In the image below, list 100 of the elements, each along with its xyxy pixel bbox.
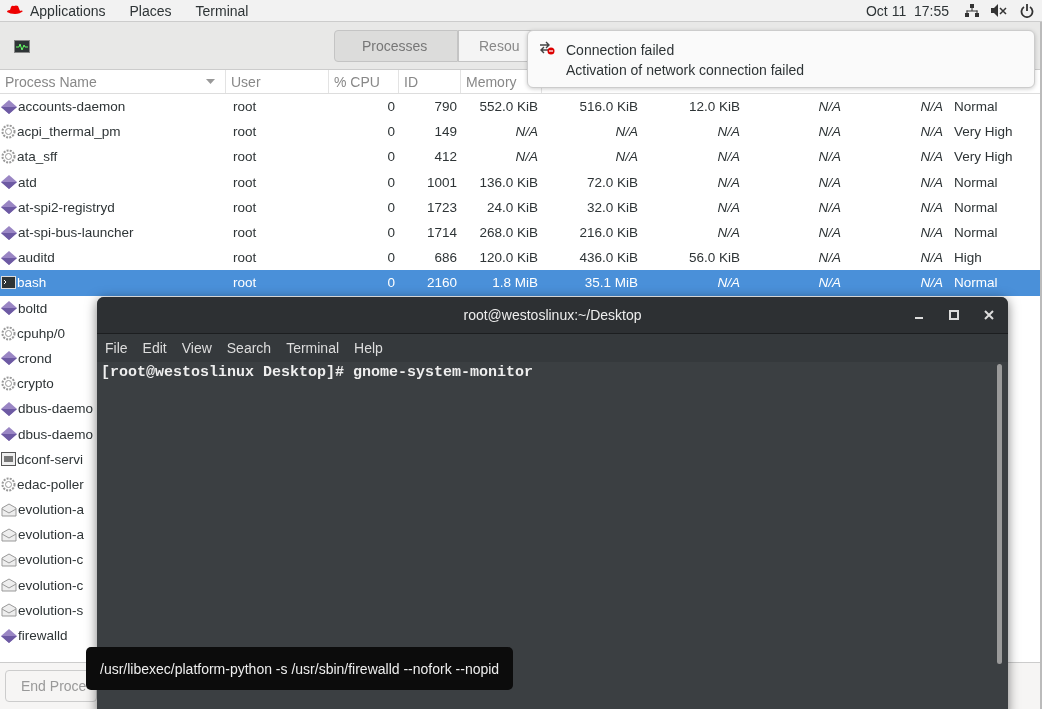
table-cell: Normal: [954, 99, 998, 115]
table-cell: 216.0 KiB: [579, 225, 638, 241]
table-row[interactable]: boltd: [0, 295, 96, 321]
table-cell: N/A: [717, 275, 740, 291]
table-cell: 0: [387, 250, 395, 266]
menu-item[interactable]: File: [105, 340, 128, 356]
table-cell: N/A: [920, 250, 943, 266]
close-icon[interactable]: [984, 310, 994, 320]
column-header[interactable]: % CPU: [329, 70, 399, 93]
process-name: cpuhp/0: [17, 325, 66, 341]
top-bar-menu[interactable]: Places: [129, 2, 172, 19]
notification-card[interactable]: Connection failed Activation of network connection failed: [527, 30, 1035, 88]
table-cell: 0: [387, 124, 395, 140]
table-cell: 1001: [426, 174, 457, 190]
power-icon[interactable]: [1020, 3, 1034, 18]
table-cell: root: [233, 149, 257, 165]
menu-item[interactable]: Terminal: [286, 340, 340, 356]
table-cell: N/A: [818, 124, 841, 140]
table-row[interactable]: at-spi2-registryd root 0 1723 24.0 KiB 32.0 KiB N/A N/A N/A Normal: [0, 194, 1040, 220]
clock[interactable]: Oct 11 17:55: [866, 2, 949, 19]
table-cell: N/A: [818, 250, 841, 266]
sort-arrow-icon: [206, 79, 215, 84]
diamond-icon: [1, 200, 17, 215]
process-name: at-spi2-registryd: [18, 199, 115, 215]
table-cell: N/A: [818, 225, 841, 241]
volume-muted-icon[interactable]: [991, 4, 1008, 17]
top-bar-menu[interactable]: Terminal: [195, 2, 249, 19]
table-row[interactable]: accounts-daemon root 0 790 552.0 KiB 516.0 KiB 12.0 KiB N/A N/A Normal: [0, 94, 1040, 120]
maximize-icon[interactable]: [949, 310, 959, 320]
gear-icon: [1, 376, 16, 392]
table-row[interactable]: evolution-a: [0, 497, 96, 523]
process-name: evolution-c: [18, 577, 84, 593]
table-cell: root: [233, 99, 257, 115]
table-row[interactable]: atd root 0 1001 136.0 KiB 72.0 KiB N/A N/A N/A Normal: [0, 169, 1040, 195]
command-line: [root@westoslinux Desktop]# gnome-system-monitor: [101, 364, 534, 381]
diamond-icon: [1, 628, 17, 643]
table-cell: N/A: [515, 149, 538, 165]
table-cell: 32.0 KiB: [586, 199, 638, 215]
monitor-icon: [14, 40, 30, 53]
column-header[interactable]: User: [226, 70, 329, 93]
gear-icon: [1, 149, 16, 165]
table-row[interactable]: crond: [0, 345, 96, 372]
menu-item[interactable]: Edit: [142, 340, 167, 356]
process-name: at-spi-bus-launcher: [18, 225, 134, 241]
table-cell: root: [233, 199, 257, 215]
table-row[interactable]: auditd root 0 686 120.0 KiB 436.0 KiB 56.0 KiB N/A N/A High: [0, 245, 1040, 271]
column-header[interactable]: ID: [399, 70, 461, 93]
network-icon[interactable]: [965, 4, 979, 17]
table-cell: 1714: [426, 225, 457, 241]
table-cell: N/A: [920, 225, 943, 241]
diamond-icon: [1, 351, 17, 366]
process-name: accounts-daemon: [18, 99, 126, 115]
process-name: crond: [18, 350, 52, 366]
table-cell: 0: [387, 275, 395, 291]
table-cell: High: [954, 250, 982, 266]
table-row[interactable]: cpuhp/0: [0, 320, 96, 346]
table-row[interactable]: crypto: [0, 371, 96, 397]
process-name: atd: [18, 174, 37, 190]
top-bar-menu[interactable]: Applications: [30, 2, 106, 19]
table-cell: N/A: [920, 275, 943, 291]
menu-item[interactable]: View: [181, 340, 212, 356]
table-row[interactable]: evolution-s: [0, 597, 96, 623]
table-cell: 686: [434, 250, 457, 266]
table-row[interactable]: dbus-daemo: [0, 396, 96, 422]
table-row[interactable]: dconf-servi: [0, 446, 96, 472]
process-name: evolution-c: [18, 552, 84, 568]
scrollbar[interactable]: [997, 364, 1002, 664]
table-cell: root: [233, 250, 257, 266]
table-row[interactable]: dbus-daemo: [0, 421, 96, 447]
table-row[interactable]: firewalld: [0, 622, 96, 649]
table-cell: root: [233, 275, 257, 291]
table-row[interactable]: edac-poller: [0, 471, 96, 497]
table-cell: 0: [387, 174, 395, 190]
table-cell: Normal: [954, 275, 998, 291]
table-row[interactable]: evolution-c: [0, 547, 96, 573]
process-name: firewalld: [18, 628, 68, 644]
gear-icon: [1, 124, 16, 140]
network-error-icon: [539, 41, 555, 55]
table-row[interactable]: evolution-a: [0, 522, 96, 548]
table-cell: 268.0 KiB: [479, 225, 538, 241]
table-cell: 516.0 KiB: [579, 99, 638, 115]
column-header[interactable]: Process Name: [0, 70, 226, 93]
hat-logo-icon[interactable]: [6, 4, 24, 17]
table-row[interactable]: ata_sff root 0 412 N/A N/A N/A N/A N/A Very High: [0, 144, 1040, 170]
diamond-icon: [1, 175, 17, 190]
table-row[interactable]: acpi_thermal_pm root 0 149 N/A N/A N/A N/A N/A Very High: [0, 119, 1040, 145]
table-cell: Very High: [954, 124, 1013, 140]
gear-icon: [1, 325, 16, 341]
table-row[interactable]: evolution-c: [0, 572, 96, 598]
table-cell: 0: [387, 149, 395, 165]
table-cell: 552.0 KiB: [479, 99, 538, 115]
diamond-icon: [1, 250, 17, 265]
table-row[interactable]: at-spi-bus-launcher root 0 1714 268.0 KiB 216.0 KiB N/A N/A N/A Normal: [0, 219, 1040, 246]
gear-icon: [1, 476, 16, 492]
menu-item[interactable]: Help: [354, 340, 383, 356]
table-cell: N/A: [717, 174, 740, 190]
table-cell: N/A: [818, 275, 841, 291]
menu-item[interactable]: Search: [226, 340, 272, 356]
table-cell: 1.8 MiB: [492, 275, 538, 291]
table-cell: 2160: [426, 275, 457, 291]
